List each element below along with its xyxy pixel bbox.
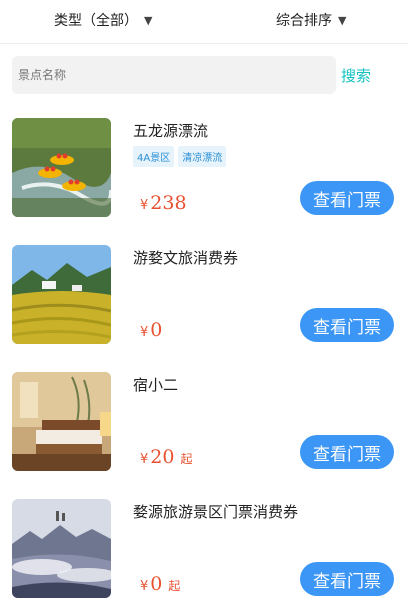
- item-title: 游婺文旅消费券: [133, 249, 239, 267]
- sort-label: 综合排序: [276, 13, 332, 29]
- price-amount: 0: [150, 319, 163, 341]
- currency-symbol: ¥: [140, 579, 149, 594]
- search-button[interactable]: 搜索: [341, 65, 371, 86]
- misty-mountain-thumbnail[interactable]: [12, 499, 111, 598]
- list-item[interactable]: 宿小二 ¥ 20 起 查看门票: [0, 370, 408, 497]
- currency-symbol: ¥: [140, 452, 149, 467]
- list-item[interactable]: 五龙源漂流 4A景区 清凉漂流 ¥ 238 查看门票: [0, 116, 408, 243]
- tag: 清凉漂流: [178, 146, 227, 167]
- list-item[interactable]: 婺源旅游景区门票消费券 ¥ 0 起 查看门票: [0, 497, 408, 608]
- price: ¥ 0 起: [140, 573, 180, 595]
- type-filter-label: 类型（全部）: [54, 13, 138, 29]
- type-filter-dropdown[interactable]: 类型（全部） ▼: [54, 10, 152, 30]
- tag: 4A景区: [133, 146, 175, 167]
- sort-dropdown[interactable]: 综合排序 ▼: [276, 10, 346, 30]
- search-row: 搜索: [0, 56, 408, 96]
- price: ¥ 0: [140, 319, 168, 341]
- caret-down-icon: ▼: [144, 13, 153, 27]
- item-title: 五龙源漂流: [133, 122, 209, 140]
- price: ¥ 238: [140, 192, 193, 214]
- price: ¥ 20 起: [140, 446, 192, 468]
- landscape-thumbnail[interactable]: [12, 245, 111, 344]
- item-title: 宿小二: [133, 376, 179, 394]
- price-amount: 20: [150, 446, 175, 468]
- price-amount: 238: [150, 192, 187, 214]
- search-input[interactable]: [12, 56, 336, 94]
- view-ticket-button[interactable]: 查看门票: [300, 562, 394, 596]
- price-amount: 0: [150, 573, 163, 595]
- price-suffix: 起: [180, 452, 193, 466]
- currency-symbol: ¥: [140, 198, 149, 213]
- attraction-list: 五龙源漂流 4A景区 清凉漂流 ¥ 238 查看门票 游婺文旅消费券 ¥ 0 查…: [0, 116, 408, 608]
- item-title: 婺源旅游景区门票消费券: [133, 503, 299, 521]
- view-ticket-button[interactable]: 查看门票: [300, 308, 394, 342]
- tag-list: 4A景区 清凉漂流: [133, 146, 227, 167]
- filter-bar: 类型（全部） ▼ 综合排序 ▼: [0, 0, 408, 44]
- currency-symbol: ¥: [140, 325, 149, 340]
- rafting-thumbnail[interactable]: [12, 118, 111, 217]
- view-ticket-button[interactable]: 查看门票: [300, 435, 394, 469]
- caret-down-icon: ▼: [338, 13, 347, 27]
- hotel-room-thumbnail[interactable]: [12, 372, 111, 471]
- view-ticket-button[interactable]: 查看门票: [300, 181, 394, 215]
- price-suffix: 起: [168, 579, 181, 593]
- list-item[interactable]: 游婺文旅消费券 ¥ 0 查看门票: [0, 243, 408, 370]
